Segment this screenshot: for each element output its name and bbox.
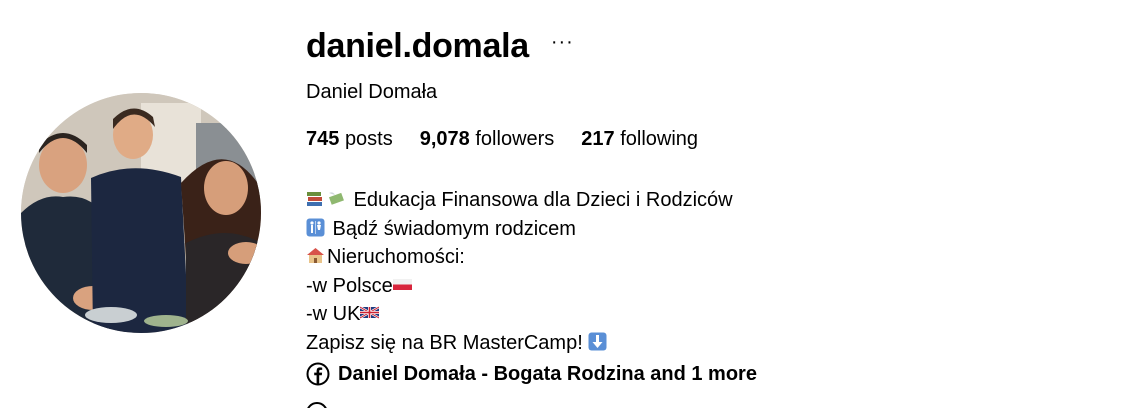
following-link[interactable]: 217 following bbox=[581, 126, 698, 152]
full-name: Daniel Domała bbox=[306, 81, 438, 103]
following-label: following bbox=[620, 128, 699, 150]
followers-number: 9,078 bbox=[419, 128, 470, 150]
followers-label: followers bbox=[475, 128, 555, 150]
bio-text-1: Edukacja Finansowa dla Dzieci i Rodziców bbox=[348, 189, 733, 211]
external-links[interactable]: Daniel Domała - Bogata Rodzina and 1 mor… bbox=[306, 360, 1106, 388]
avatar-photo bbox=[21, 93, 261, 333]
bio-text-4: -w Polsce bbox=[306, 274, 393, 297]
username-row: daniel.domala ··· bbox=[306, 24, 1106, 68]
profile-info: daniel.domala ··· Daniel Domała 745 post… bbox=[306, 24, 1106, 388]
poland-flag-icon bbox=[392, 275, 412, 294]
house-emoji-icon bbox=[306, 246, 325, 265]
username: daniel.domala bbox=[306, 27, 529, 65]
posts-count[interactable]: 745 posts bbox=[306, 126, 393, 152]
money-wings-emoji-icon bbox=[327, 189, 346, 208]
posts-label: posts bbox=[344, 128, 393, 150]
bio-line: Nieruchomości: bbox=[306, 243, 1106, 272]
bio-line: -w UK bbox=[306, 300, 1106, 329]
books-emoji-icon bbox=[306, 189, 325, 208]
down-arrow-emoji-icon bbox=[588, 332, 607, 351]
uk-flag-icon bbox=[360, 303, 380, 322]
bio-text-3: Nieruchomości: bbox=[327, 246, 465, 268]
facebook-icon bbox=[306, 362, 330, 386]
bio-text-2: Bądź świadomym rodzicem bbox=[327, 217, 576, 240]
bio-line: Bądź świadomym rodzicem bbox=[306, 215, 1106, 244]
profile-avatar[interactable] bbox=[21, 93, 261, 333]
bio-text-5: -w UK bbox=[306, 303, 361, 325]
restroom-emoji-icon bbox=[306, 218, 325, 237]
more-options-icon[interactable]: ··· bbox=[547, 30, 578, 54]
bio-line: Edukacja Finansowa dla Dzieci i Rodziców bbox=[306, 186, 1106, 215]
link-icon bbox=[306, 402, 328, 408]
profile-bio: Edukacja Finansowa dla Dzieci i Rodziców… bbox=[306, 186, 1106, 357]
followers-link[interactable]: 9,078 followers bbox=[420, 126, 555, 152]
profile-page: daniel.domala ··· Daniel Domała 745 post… bbox=[0, 0, 1138, 408]
bio-text-6: Zapisz się na BR MasterCamp! bbox=[306, 331, 589, 354]
profile-stats: 745 posts 9,078 followers 217 following bbox=[306, 126, 1106, 152]
posts-number: 745 bbox=[306, 128, 340, 150]
links-label: Daniel Domała - Bogata Rodzina and 1 mor… bbox=[338, 363, 757, 385]
bio-line: -w Polsce bbox=[306, 272, 1106, 301]
following-number: 217 bbox=[581, 128, 615, 150]
bio-line: Zapisz się na BR MasterCamp! bbox=[306, 329, 1106, 358]
